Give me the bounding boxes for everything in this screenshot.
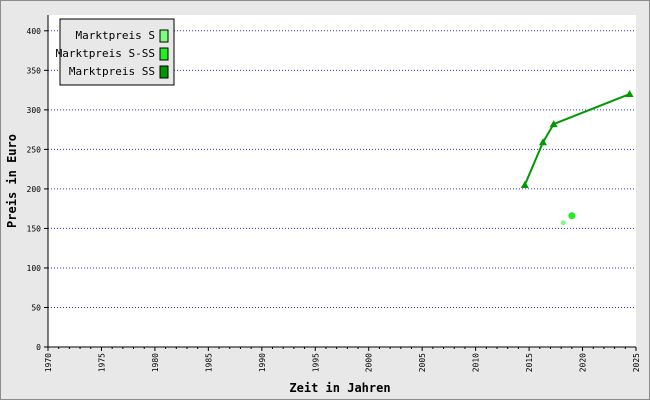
y-tick-label-300: 300 <box>27 106 42 115</box>
x-tick-label-2015: 2015 <box>525 353 534 372</box>
y-tick-label-100: 100 <box>27 264 42 273</box>
x-tick-label-1980: 1980 <box>151 353 160 372</box>
y-tick-label-350: 350 <box>27 66 42 75</box>
legend-label-ss: Marktpreis SS <box>69 65 155 78</box>
y-tick-label-0: 0 <box>36 343 41 352</box>
y-tick-label-200: 200 <box>27 185 42 194</box>
x-tick-label-2010: 2010 <box>472 353 481 372</box>
legend-label-s-ss: Marktpreis S-SS <box>56 47 155 60</box>
x-axis-title: Zeit in Jahren <box>289 381 390 395</box>
legend: Marktpreis S Marktpreis S-SS Marktpreis … <box>56 18 175 86</box>
legend-label-s: Marktpreis S <box>76 29 155 42</box>
series-0-point-0 <box>560 220 566 226</box>
x-tick-label-2005: 2005 <box>418 353 427 372</box>
y-tick-label-50: 50 <box>31 303 41 312</box>
price-chart: 0 50 100 150 200 250 300 350 400 1970 1975 1980 1985… <box>5 15 641 395</box>
legend-swatch-s-ss <box>159 47 169 61</box>
y-tick-label-150: 150 <box>27 224 42 233</box>
series-1-point-0 <box>568 212 576 220</box>
y-tick-label-400: 400 <box>27 27 42 36</box>
x-tick-label-2025: 2025 <box>632 353 641 372</box>
legend-swatch-s <box>159 29 169 43</box>
legend-swatch-ss <box>159 65 169 79</box>
x-tick-label-1985: 1985 <box>204 353 213 372</box>
x-tick-label-1975: 1975 <box>97 353 106 372</box>
x-tick-label-2020: 2020 <box>579 353 588 372</box>
x-tick-label-1995: 1995 <box>311 353 320 372</box>
x-tick-label-1990: 1990 <box>258 353 267 372</box>
y-tick-label-250: 250 <box>27 145 42 154</box>
y-axis-title: Preis in Euro <box>5 134 19 228</box>
x-tick-label-1970: 1970 <box>44 353 53 372</box>
x-tick-label-2000: 2000 <box>365 353 374 372</box>
